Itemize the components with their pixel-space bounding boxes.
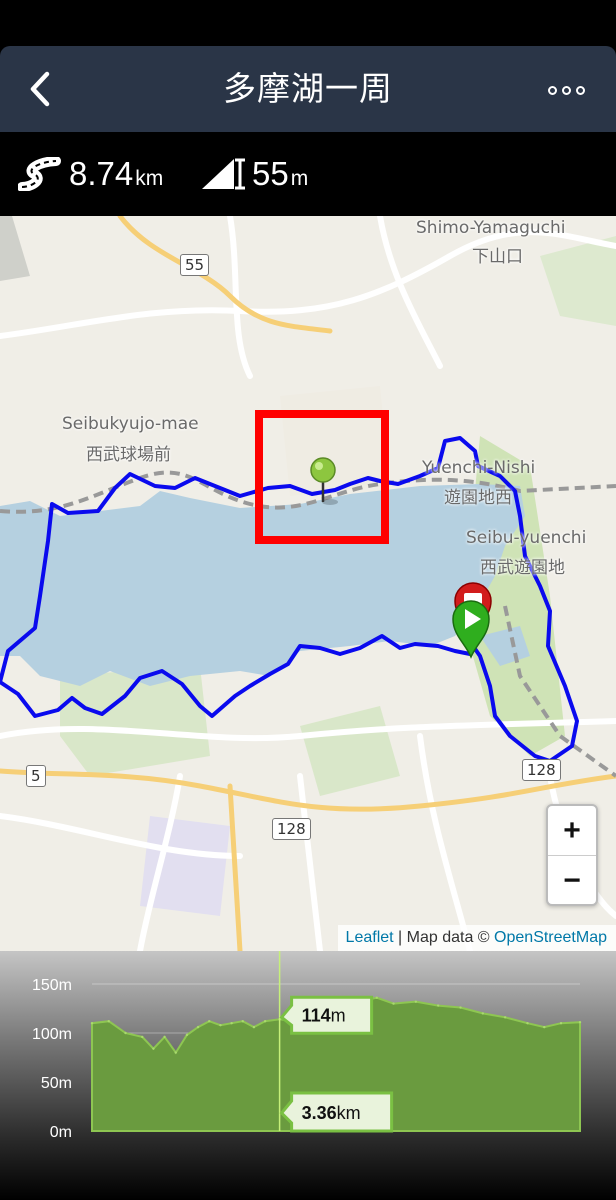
app-header: 多摩湖一周: [0, 46, 616, 132]
elevation-point: [219, 1023, 222, 1027]
elevation-point: [107, 1020, 110, 1023]
distance-unit: km: [135, 167, 164, 190]
elevation-point: [526, 1022, 529, 1025]
elevation-icon: [202, 158, 245, 190]
elevation-stat: 55 m: [200, 132, 308, 216]
map-label-seibukyujo: Seibukyujo-mae: [62, 414, 199, 434]
elevation-point: [543, 1025, 546, 1029]
map-label-shimo-yamaguchi: Shimo-Yamaguchi: [416, 218, 566, 238]
more-icon: [547, 85, 557, 95]
elevation-point: [375, 996, 378, 999]
map-label-seibu-yuenchi: Seibu-yuenchi: [466, 528, 587, 548]
elevation-chart-svg: 150m 100m 50m 0m 114m 3.36km: [32, 951, 582, 1141]
map-tiles: [0, 216, 616, 951]
route-map[interactable]: Shimo-Yamaguchi 下山口 Seibukyujo-mae 西武球場前…: [0, 216, 616, 951]
elevation-point: [241, 1020, 244, 1023]
page-title: 多摩湖一周: [223, 69, 393, 108]
elevation-value: 55: [252, 155, 289, 192]
y-tick-label: 0m: [50, 1124, 72, 1141]
elevation-point: [459, 1006, 462, 1009]
elevation-point: [152, 1047, 155, 1050]
road-number: 5: [26, 765, 46, 787]
road-icon: [18, 157, 61, 191]
distance-value: 8.74: [69, 155, 134, 192]
road-number: 128: [522, 759, 561, 781]
elevation-point: [124, 1031, 127, 1035]
elevation-unit: m: [290, 167, 309, 190]
more-button[interactable]: [542, 68, 590, 112]
cursor-distance-callout: 3.36km: [279, 1091, 394, 1133]
map-attribution: Leaflet | Map data © OpenStreetMap: [337, 925, 616, 951]
cursor-distance-label: 3.36km: [302, 1103, 361, 1123]
elevation-point: [559, 1022, 563, 1025]
route-stats: 8.74 km 55 m: [0, 132, 616, 216]
elevation-point: [392, 1002, 395, 1005]
map-label-seibu-yuenchi-ja: 西武遊園地: [480, 558, 565, 578]
elevation-chart[interactable]: 150m 100m 50m 0m 114m 3.36km: [0, 951, 616, 1200]
selection-highlight-box: [255, 410, 389, 544]
elevation-point: [230, 1022, 233, 1025]
elevation-point: [163, 1035, 166, 1039]
zoom-out-button[interactable]: −: [548, 856, 596, 905]
y-tick-label: 150m: [32, 977, 72, 994]
elevation-point: [141, 1035, 144, 1039]
map-label-yuenchi-nishi: Yuenchi-Nishi: [422, 458, 536, 478]
openstreetmap-link[interactable]: OpenStreetMap: [494, 929, 607, 946]
elevation-point: [185, 1033, 189, 1037]
leaflet-link[interactable]: Leaflet: [346, 929, 394, 946]
elevation-point: [252, 1025, 256, 1029]
y-tick-label: 50m: [41, 1075, 72, 1092]
elevation-point: [90, 1022, 94, 1025]
elevation-point: [196, 1025, 200, 1029]
map-label-shimo-yamaguchi-ja: 下山口: [472, 247, 523, 267]
zoom-control: + −: [546, 804, 598, 906]
elevation-point: [208, 1020, 211, 1023]
map-label-seibukyujo-ja: 西武球場前: [86, 445, 171, 465]
elevation-point: [414, 1000, 418, 1003]
more-icon-dot: [575, 85, 585, 95]
cursor-elevation-callout: 114m: [279, 995, 374, 1035]
attribution-text: | Map data ©: [398, 929, 490, 946]
elevation-point: [263, 1020, 267, 1023]
elevation-point: [578, 1021, 582, 1024]
road-number: 55: [180, 254, 210, 276]
y-tick-label: 100m: [32, 1026, 72, 1043]
elevation-point: [174, 1051, 177, 1054]
elevation-point: [481, 1012, 485, 1015]
more-icon-dot: [561, 85, 571, 95]
cursor-elevation-label: 114m: [302, 1005, 346, 1025]
zoom-in-button[interactable]: +: [548, 806, 596, 856]
map-label-yuenchi-nishi-ja: 遊園地西: [444, 488, 512, 508]
road-number: 128: [272, 818, 311, 840]
elevation-point: [436, 1004, 440, 1007]
start-pin-icon[interactable]: [451, 599, 491, 659]
elevation-point: [503, 1016, 507, 1019]
distance-stat: 8.74 km: [18, 132, 163, 216]
